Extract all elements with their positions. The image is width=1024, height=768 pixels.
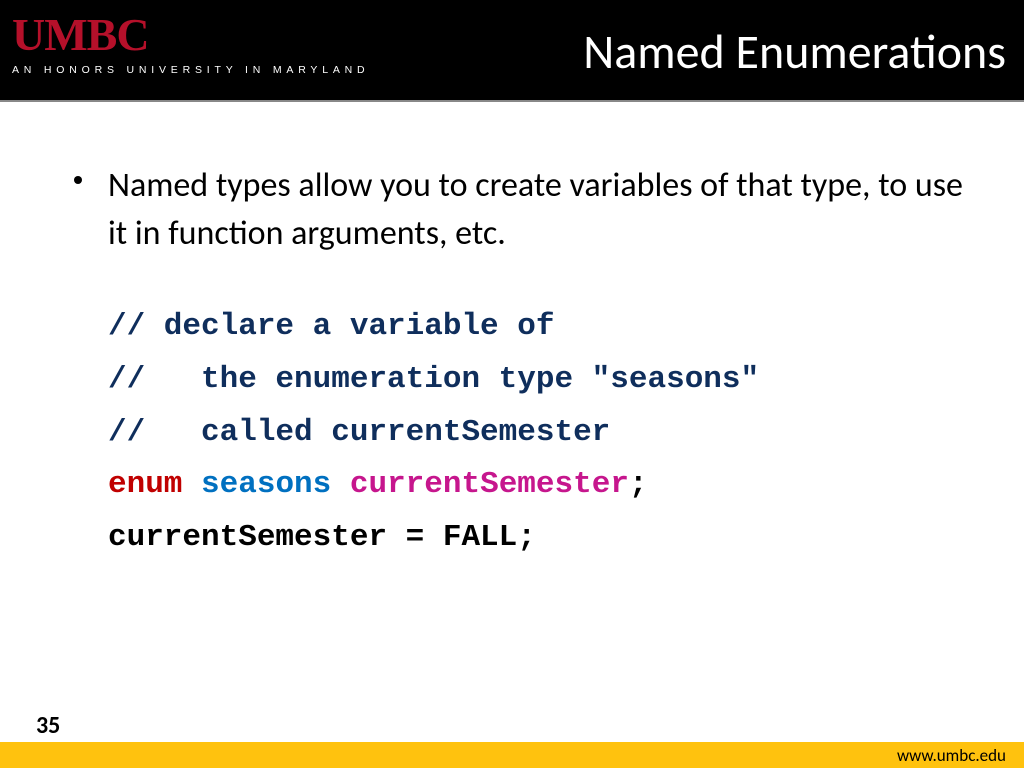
code-decl: enum seasons currentSemester; bbox=[108, 459, 964, 512]
logo-tagline: AN HONORS UNIVERSITY IN MARYLAND bbox=[12, 64, 369, 76]
slide-header: UMBC AN HONORS UNIVERSITY IN MARYLAND Na… bbox=[0, 0, 1024, 102]
logo-block: UMBC AN HONORS UNIVERSITY IN MARYLAND bbox=[12, 12, 369, 76]
code-keyword: enum bbox=[108, 467, 182, 502]
slide-content: Named types allow you to create variable… bbox=[0, 102, 1024, 565]
code-comment-3: // called currentSemester bbox=[108, 407, 964, 460]
slide-footer: www.umbc.edu bbox=[0, 742, 1024, 768]
code-comment-1: // declare a variable of bbox=[108, 301, 964, 354]
code-assign: currentSemester = FALL; bbox=[108, 512, 964, 565]
page-number: 35 bbox=[36, 711, 60, 740]
footer-url: www.umbc.edu bbox=[897, 745, 1006, 766]
slide-title: Named Enumerations bbox=[583, 22, 1006, 81]
bullet-item: Named types allow you to create variable… bbox=[60, 162, 964, 257]
code-block: // declare a variable of // the enumerat… bbox=[60, 301, 964, 564]
code-type: seasons bbox=[201, 467, 331, 502]
bullet-dot-icon bbox=[74, 176, 82, 184]
code-comment-2: // the enumeration type "seasons" bbox=[108, 354, 964, 407]
logo-text: UMBC bbox=[12, 12, 369, 58]
code-ident: currentSemester bbox=[350, 467, 629, 502]
code-semicolon: ; bbox=[629, 467, 648, 502]
bullet-text: Named types allow you to create variable… bbox=[108, 165, 963, 254]
